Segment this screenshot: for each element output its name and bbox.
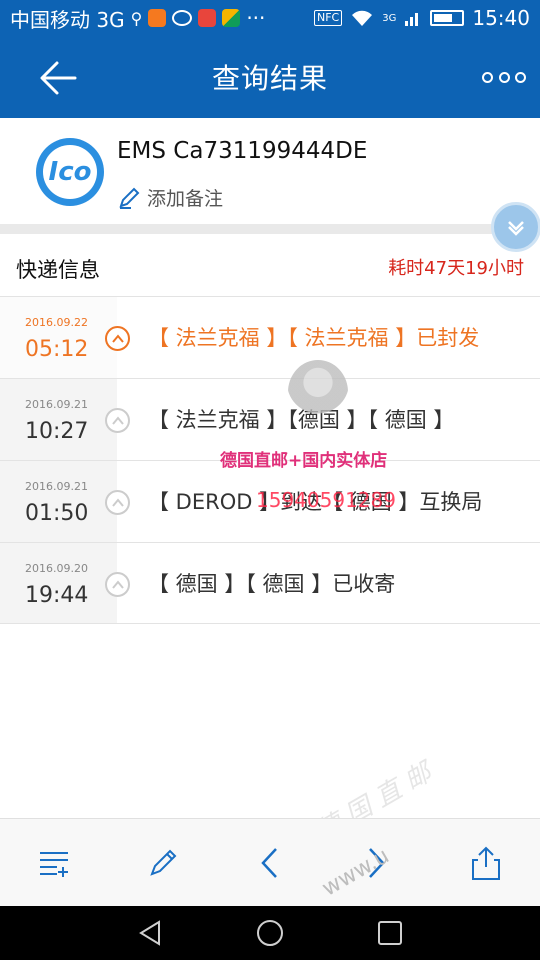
tracking-number: EMS Ca731199444DE [117,138,368,164]
timeline-time: 2016.09.21 10:27 [0,379,117,460]
system-navigation-bar [0,906,540,960]
weibo-icon [172,10,193,26]
more-options-button[interactable] [482,62,526,92]
watermark-portrait [288,360,348,424]
chevron-up-icon [105,408,130,433]
timeline-clock: 01:50 [25,501,89,526]
timeline-time: 2016.09.20 19:44 [0,543,117,623]
square-recents-icon [378,921,402,945]
list-add-icon [40,852,68,877]
section-header: 快递信息 耗时47天19小时 [0,234,540,296]
triangle-back-icon [139,920,160,946]
circle-home-icon [257,920,283,946]
battery-icon [430,10,465,26]
pencil-icon [119,187,140,209]
share-icon [472,846,500,880]
share-button[interactable] [462,839,510,887]
app-notification-icon [148,9,167,27]
system-recents-button[interactable] [374,917,406,949]
timeline-date: 2016.09.21 [25,398,88,411]
network-type-label: 3G [382,12,397,24]
back-button[interactable] [34,54,82,102]
timeline-time: 2016.09.22 05:12 [0,297,117,378]
more-dots-icon [515,71,526,83]
app-notification-icon [222,9,241,27]
page-title: 查询结果 [211,62,328,95]
watermark-phone: 15940591289 [256,488,396,512]
chevron-up-icon [105,572,130,597]
timeline-date: 2016.09.21 [25,480,88,493]
timeline-entry: 2016.09.22 05:12 【 法兰克福 】【 法兰克福 】已封发 [0,296,540,378]
timeline-event: 【 法兰克福 】【 法兰克福 】已封发 [148,326,480,350]
signal-icon [405,13,419,26]
pencil-icon [150,849,177,876]
timeline-date: 2016.09.20 [25,562,88,575]
timeline-clock: 19:44 [25,583,89,608]
clock: 15:40 [472,6,530,30]
app-notification-icon [198,9,217,27]
section-title: 快递信息 [16,258,100,282]
status-bar: 中国移动 3G ⚲ ··· NFC 3G 15:40 [0,0,540,36]
timeline-time: 2016.09.21 01:50 [0,461,117,542]
chevron-up-icon [105,326,130,351]
carrier-label: 中国移动 3G [10,7,125,32]
timeline-clock: 10:27 [25,419,89,444]
wifi-icon [352,10,373,26]
list-add-button[interactable] [30,839,78,887]
chevron-up-icon [105,490,130,515]
timeline-date: 2016.09.22 [25,316,88,329]
system-home-button[interactable] [254,917,286,949]
nfc-icon: NFC [313,10,343,26]
timeline-entry: 2016.09.20 19:44 【 德国 】【 德国 】已收寄 [0,542,540,624]
location-icon: ⚲ [130,8,143,28]
timeline-clock: 05:12 [25,337,89,362]
shipment-summary: Ico EMS Ca731199444DE 添加备注 [0,118,540,226]
timeline-event: 【 德国 】【 德国 】已收寄 [148,572,396,596]
add-note-label: 添加备注 [147,188,224,210]
divider [0,224,540,234]
more-dots-icon [498,71,510,83]
back-arrow-icon [40,61,77,95]
app-header: 查询结果 [0,36,540,118]
bottom-toolbar [0,818,540,906]
overflow-notifications-icon: ··· [246,6,266,30]
previous-button[interactable] [246,839,294,887]
edit-button[interactable] [139,839,187,887]
chevron-left-icon [261,848,277,878]
transit-duration: 耗时47天19小时 [388,258,524,279]
add-note-button[interactable]: 添加备注 [117,184,223,211]
watermark-shop-text: 德国直邮+国内实体店 [220,451,388,471]
more-dots-icon [482,71,493,83]
system-back-button[interactable] [134,917,166,949]
courier-logo-text: Ico [43,145,97,199]
courier-logo: Ico [36,138,104,206]
